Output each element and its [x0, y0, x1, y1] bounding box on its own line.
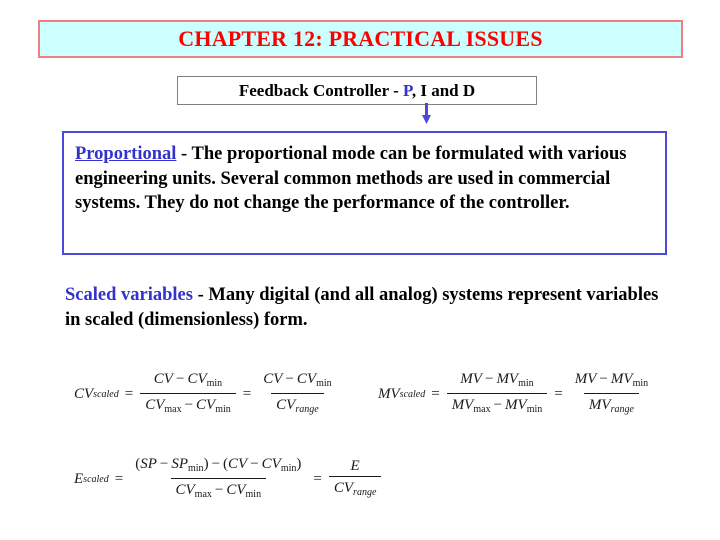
- equation-e-row: Escaled = (SP − SPmin) − (CV − CVmin) CVmax − CV…: [74, 455, 382, 503]
- cv-den-var-1: CV: [145, 397, 165, 413]
- down-arrow-icon: [422, 103, 431, 124]
- slide-root: CHAPTER 12: PRACTICAL ISSUES Feedback Co…: [0, 0, 720, 540]
- mv-den-sub-max: max: [473, 404, 491, 415]
- e-num-minus-2: −: [211, 456, 221, 472]
- e-den-cv-2: CV: [226, 482, 246, 498]
- feedback-accent-letter: P: [403, 80, 412, 100]
- cv-frac2-numerator: CV − CVmin: [258, 370, 336, 393]
- e-frac1-numerator: (SP − SPmin) − (CV − CVmin): [130, 455, 306, 478]
- mv-equals-1: =: [431, 385, 440, 402]
- cv-lhs-sub: scaled: [93, 388, 119, 400]
- cv-den-sub-min: min: [215, 404, 231, 415]
- mv2-num-sub-min: min: [632, 378, 649, 389]
- e2-num-var: E: [350, 458, 360, 474]
- e-num-minus-3: −: [250, 456, 259, 472]
- feedback-controller-label: Feedback Controller - P, I and D: [239, 81, 475, 101]
- e-num-cv-2: CV: [261, 456, 281, 472]
- mv-num-minus: −: [484, 371, 494, 387]
- scaled-variables-paragraph: Scaled variables - Many digital (and all…: [65, 283, 675, 332]
- e-den-sub-max: max: [194, 489, 212, 500]
- page-title: CHAPTER 12: PRACTICAL ISSUES: [178, 26, 543, 51]
- e-den-cv-1: CV: [175, 482, 195, 498]
- e-num-rparen-2: ): [296, 456, 302, 472]
- cv-den-var-2: CV: [196, 397, 216, 413]
- e-lhs-sub: scaled: [83, 473, 109, 485]
- equation-mv-scaled: MV scaled = MV − MVmin MVmax − MVmin = MV − MVm…: [378, 370, 654, 418]
- cv-lhs-var: CV: [74, 385, 94, 402]
- e-fraction-2: E CVrange: [328, 457, 382, 501]
- proportional-lead-term: Proportional: [75, 144, 177, 164]
- cv-den-sub-max: max: [164, 404, 182, 415]
- e-frac1-denominator: CVmax − CVmin: [170, 478, 267, 503]
- cv2-den-sub-range: range: [295, 404, 319, 415]
- cv-fraction-2: CV − CVmin CVrange: [258, 370, 336, 418]
- mv2-den-var: MV: [588, 397, 611, 413]
- equation-cv-scaled: CV scaled = CV − CVmin CVmax − CVmin = CV − CVm…: [74, 370, 338, 418]
- mv-frac1-denominator: MVmax − MVmin: [446, 393, 548, 418]
- mv2-num-var-2: MV: [610, 371, 633, 387]
- mv-lhs-var: MV: [378, 385, 400, 402]
- mv-frac1-numerator: MV − MVmin: [455, 370, 538, 393]
- e-frac2-denominator: CVrange: [328, 476, 382, 501]
- mv-frac2-numerator: MV − MVmin: [570, 370, 653, 393]
- cv-num-var-2: CV: [187, 371, 207, 387]
- mv-lhs-sub: scaled: [399, 388, 426, 400]
- e-frac2-numerator: E: [346, 457, 365, 476]
- cv2-num-var-2: CV: [296, 371, 317, 387]
- scaled-lead-term: Scaled variables: [65, 285, 193, 305]
- e2-den-var: CV: [333, 480, 354, 496]
- e-den-minus: −: [214, 482, 224, 498]
- cv-frac1-numerator: CV − CVmin: [149, 370, 227, 393]
- cv-fraction-1: CV − CVmin CVmax − CVmin: [140, 370, 236, 418]
- equation-cv-row: CV scaled = CV − CVmin CVmax − CVmin = CV − CVm…: [74, 370, 338, 418]
- cv2-den-var: CV: [276, 397, 296, 413]
- cv2-num-var-1: CV: [263, 371, 283, 387]
- e2-den-sub-range: range: [353, 487, 377, 498]
- cv2-num-sub-min: min: [316, 378, 332, 389]
- e-equals-2: =: [313, 470, 322, 487]
- slide-title-banner: CHAPTER 12: PRACTICAL ISSUES: [38, 20, 683, 58]
- mv-fraction-2: MV − MVmin MVrange: [570, 370, 653, 418]
- e-den-sub-min: min: [245, 489, 262, 500]
- mv-num-var-2: MV: [496, 371, 519, 387]
- e-num-minus-1: −: [159, 456, 169, 472]
- mv2-num-var-1: MV: [574, 371, 597, 387]
- proportional-paragraph: Proportional - The proportional mode can…: [75, 142, 655, 216]
- feedback-prefix-text: Feedback Controller -: [238, 80, 403, 100]
- cv-equals-1: =: [124, 385, 134, 402]
- mv-den-var-1: MV: [451, 397, 474, 413]
- cv-num-var-1: CV: [153, 371, 173, 387]
- e-num-rparen-1: ): [203, 456, 209, 472]
- cv2-num-minus: −: [285, 371, 294, 387]
- cv-num-minus-1: −: [175, 371, 185, 387]
- e-num-sub-min-2: min: [280, 463, 297, 474]
- e-num-sp-1: SP: [140, 456, 157, 472]
- mv-num-sub-min: min: [518, 378, 534, 389]
- mv-den-minus: −: [493, 397, 503, 413]
- mv-fraction-1: MV − MVmin MVmax − MVmin: [446, 370, 548, 418]
- cv-equals-2: =: [242, 385, 252, 402]
- e-num-sp-2: SP: [171, 456, 188, 472]
- feedback-controller-box: Feedback Controller - P, I and D: [177, 76, 537, 105]
- equation-mv-row: MV scaled = MV − MVmin MVmax − MVmin = MV − MVm…: [378, 370, 654, 418]
- feedback-suffix-text: , I and D: [411, 80, 476, 100]
- mv-den-sub-min: min: [526, 404, 543, 415]
- e-lhs-var: E: [74, 470, 84, 487]
- cv-num-sub-min-1: min: [206, 378, 223, 389]
- mv-den-var-2: MV: [505, 397, 527, 413]
- e-num-cv-1: CV: [228, 456, 248, 472]
- e-fraction-1: (SP − SPmin) − (CV − CVmin) CVmax − CVmin: [130, 455, 306, 503]
- mv-num-var-1: MV: [460, 371, 482, 387]
- cv-frac2-denominator: CVrange: [271, 393, 324, 418]
- mv-frac2-denominator: MVrange: [583, 393, 639, 418]
- e-equals-1: =: [114, 470, 124, 487]
- equation-e-scaled: Escaled = (SP − SPmin) − (CV − CVmin) CVmax − CV…: [74, 455, 382, 503]
- proportional-callout-box: Proportional - The proportional mode can…: [62, 131, 667, 255]
- cv-den-minus: −: [184, 397, 194, 413]
- mv-equals-2: =: [554, 385, 563, 402]
- mv2-num-minus: −: [599, 371, 608, 387]
- cv-frac1-denominator: CVmax − CVmin: [140, 393, 236, 418]
- mv2-den-sub-range: range: [610, 404, 634, 415]
- e-num-sub-min-1: min: [188, 463, 204, 474]
